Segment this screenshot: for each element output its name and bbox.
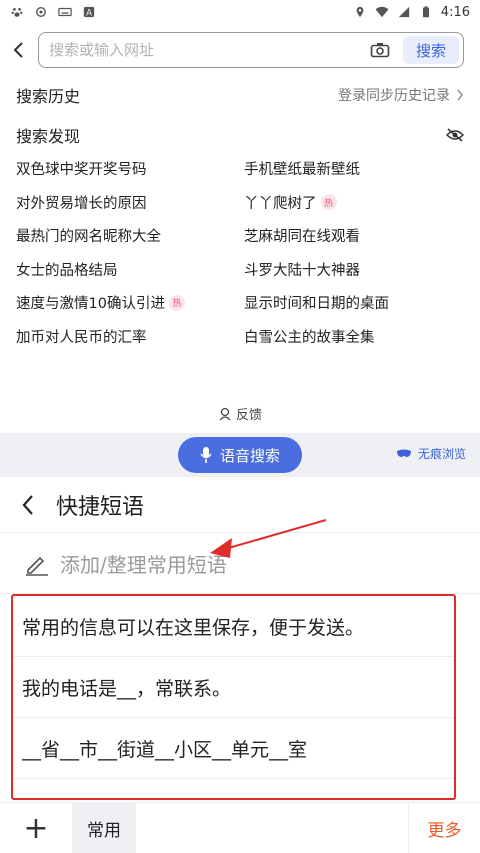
voice-bar: 语音搜索 无痕浏览 bbox=[0, 433, 480, 477]
feedback-icon bbox=[219, 407, 231, 420]
settings-dot-icon bbox=[36, 7, 46, 17]
discover-item[interactable]: 女士的品格结局 bbox=[16, 253, 244, 287]
hot-badge: 热 bbox=[320, 194, 337, 211]
bottom-bar: + 常用 更多 bbox=[0, 802, 480, 853]
phrase-list: 常用的信息可以在这里保存，便于发送。 我的电话是__，常联系。 __省__市__… bbox=[11, 594, 456, 800]
sync-history-label: 登录同步历史记录 bbox=[338, 88, 450, 104]
wifi-icon bbox=[375, 6, 389, 18]
app-a-icon: A bbox=[83, 6, 95, 18]
history-header: 搜索历史 登录同步历史记录 bbox=[16, 82, 464, 108]
discover-item-label: 手机壁纸最新壁纸 bbox=[244, 162, 360, 179]
history-title: 搜索历史 bbox=[16, 87, 81, 106]
discover-item-label: 双色球中奖开奖号码 bbox=[16, 162, 147, 179]
chevron-left-icon bbox=[13, 42, 23, 58]
camera-icon bbox=[370, 43, 390, 58]
discover-header: 搜索发现 bbox=[16, 122, 464, 148]
discover-item-label: 芝麻胡同在线观看 bbox=[244, 229, 360, 246]
discover-item[interactable]: 速度与激情10确认引进热 bbox=[16, 286, 244, 320]
pencil-icon bbox=[26, 556, 48, 576]
sync-history-link[interactable]: 登录同步历史记录 bbox=[338, 85, 464, 105]
add-phrase-label: 添加/整理常用短语 bbox=[60, 553, 227, 577]
voice-search-label: 语音搜索 bbox=[219, 446, 280, 465]
phrase-item[interactable]: __省__市__街道__小区__单元__室 bbox=[13, 718, 454, 779]
hide-eye-icon[interactable] bbox=[446, 128, 464, 142]
hot-badge: 热 bbox=[168, 294, 185, 311]
chevron-right-icon bbox=[457, 89, 463, 101]
discover-title: 搜索发现 bbox=[16, 127, 81, 146]
discover-item-label: 对外贸易增长的原因 bbox=[16, 195, 147, 212]
tab-common[interactable]: 常用 bbox=[72, 802, 136, 853]
discover-item-label: 白雪公主的故事全集 bbox=[244, 329, 375, 346]
back-button[interactable] bbox=[0, 30, 38, 70]
voice-search-button[interactable]: 语音搜索 bbox=[178, 437, 302, 473]
search-header: 搜索 bbox=[0, 30, 480, 70]
feedback-link[interactable]: 反馈 bbox=[0, 404, 480, 423]
phrase-item[interactable]: 常用的信息可以在这里保存，便于发送。 bbox=[13, 596, 454, 657]
discover-item-label: 女士的品格结局 bbox=[16, 262, 118, 279]
keyboard-icon bbox=[58, 7, 72, 17]
discover-grid: 双色球中奖开奖号码 手机壁纸最新壁纸 对外贸易增长的原因 丫丫爬树了热最热门的网名昵称… bbox=[16, 152, 464, 353]
paw-icon bbox=[11, 8, 23, 17]
signal-icon bbox=[398, 6, 409, 18]
discover-item[interactable]: 最热门的网名昵称大全 bbox=[16, 219, 244, 253]
discover-item-label: 丫丫爬树了 bbox=[244, 195, 317, 212]
svg-text:A: A bbox=[86, 8, 92, 18]
discover-item-label: 最热门的网名昵称大全 bbox=[16, 229, 161, 246]
search-box: 搜索 bbox=[38, 32, 464, 68]
camera-button[interactable] bbox=[363, 35, 397, 65]
discover-item-label: 速度与激情10确认引进 bbox=[16, 296, 165, 313]
battery-icon bbox=[422, 6, 429, 18]
status-icons-left: A bbox=[10, 6, 96, 18]
status-bar: A 4:16 bbox=[0, 0, 480, 24]
status-time: 4:16 bbox=[440, 4, 470, 20]
more-button[interactable]: 更多 bbox=[408, 803, 480, 853]
discover-item[interactable]: 双色球中奖开奖号码 bbox=[16, 152, 244, 186]
discover-item[interactable]: 对外贸易增长的原因 bbox=[16, 186, 244, 220]
location-icon bbox=[356, 6, 364, 18]
discover-item[interactable]: 斗罗大陆十大神器 bbox=[244, 253, 464, 287]
quick-phrases-header: 快捷短语 bbox=[0, 477, 480, 533]
feedback-label: 反馈 bbox=[235, 408, 262, 423]
add-button[interactable]: + bbox=[0, 803, 72, 853]
phrase-item[interactable]: 我的电话是__，常联系。 bbox=[13, 657, 454, 718]
discover-item[interactable]: 加币对人民币的汇率 bbox=[16, 320, 244, 354]
microphone-icon bbox=[200, 447, 212, 463]
discover-item-label: 斗罗大陆十大神器 bbox=[244, 262, 360, 279]
incognito-button[interactable]: 无痕浏览 bbox=[396, 445, 466, 462]
discover-item-label: 加币对人民币的汇率 bbox=[16, 329, 147, 346]
discover-item-label: 显示时间和日期的桌面 bbox=[244, 296, 389, 313]
discover-item[interactable]: 丫丫爬树了热 bbox=[244, 186, 464, 220]
add-phrase-button[interactable]: 添加/整理常用短语 bbox=[0, 534, 480, 594]
quick-phrases-back-button[interactable] bbox=[0, 477, 56, 533]
chevron-left-icon bbox=[22, 494, 33, 515]
search-input[interactable] bbox=[49, 41, 363, 59]
status-icons-right: 4:16 bbox=[353, 5, 470, 20]
discover-item[interactable]: 手机壁纸最新壁纸 bbox=[244, 152, 464, 186]
discover-item[interactable]: 显示时间和日期的桌面 bbox=[244, 286, 464, 320]
search-button[interactable]: 搜索 bbox=[403, 36, 459, 64]
discover-item[interactable]: 芝麻胡同在线观看 bbox=[244, 219, 464, 253]
mask-icon bbox=[396, 449, 411, 457]
incognito-label: 无痕浏览 bbox=[417, 447, 466, 461]
quick-phrases-title: 快捷短语 bbox=[56, 494, 145, 520]
discover-item[interactable]: 白雪公主的故事全集 bbox=[244, 320, 464, 354]
